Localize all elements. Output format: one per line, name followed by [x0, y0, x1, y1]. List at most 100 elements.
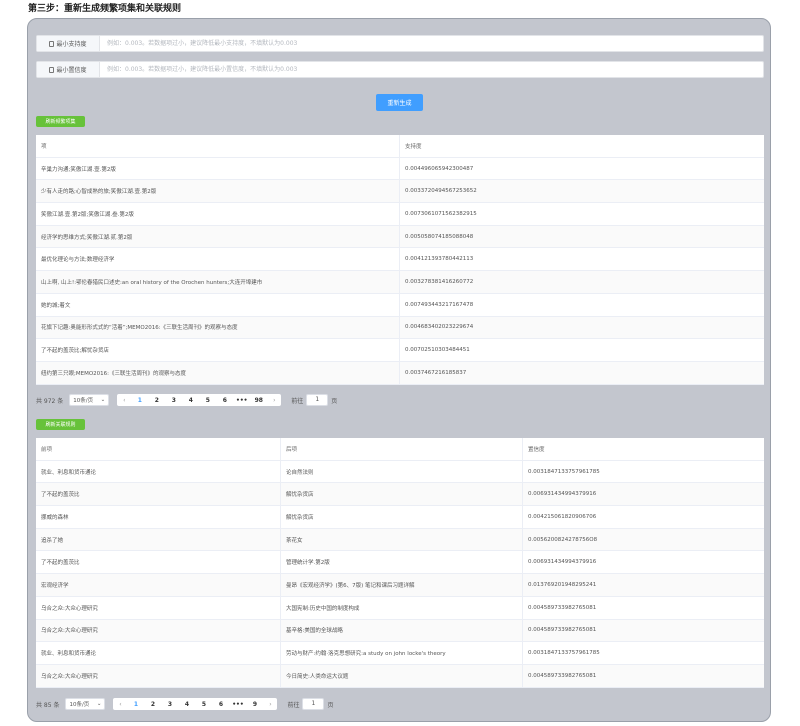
table-cell: 0.007493443217167478 — [405, 301, 474, 308]
min-confidence-label-text: 最小置信度 — [56, 67, 87, 74]
document-icon — [49, 66, 55, 73]
table-row: 挪威的森林 解忧杂货店 0.004215061820906706 — [36, 506, 764, 529]
table-row: 就业、利息和货币通论 劳动与财产:约翰·洛克思想研究:a study on joh… — [36, 642, 764, 665]
min-support-input[interactable] — [107, 36, 757, 51]
goto-page-input[interactable]: 1 — [306, 394, 329, 406]
table-cell: 0.004589733982765081 — [528, 672, 597, 679]
page-list: ‹ 1 2 3 4 5 6 ••• 9 › — [113, 698, 278, 710]
table-cell: 0.004121393780442113 — [405, 256, 474, 263]
table-header-row: 项支持度 — [36, 135, 764, 158]
next-page-icon[interactable]: › — [267, 397, 281, 404]
table-row: 乌合之众:大众心理研究 今日简史:人类命运大议题 0.004589733982765… — [36, 664, 764, 688]
pagination-total: 共 85 条 — [36, 701, 60, 709]
table-cell: 经济学的思维方式;笑傲江湖.贰.第2版 — [36, 225, 400, 248]
table-cell: 劳动与财产:约翰·洛克思想研究:a study on john locke's … — [281, 642, 523, 664]
table-cell: 大国宪制:历史中国的制度构成 — [281, 596, 523, 619]
table-row: 了不起的盖茨比;解忧杂货店 0.00702510303484451 — [36, 339, 764, 362]
table-cell: 少有人走的路;心智成熟的旅;笑傲江湖.壹.第2版 — [36, 180, 400, 203]
page-size-select[interactable]: 10条/页 ⌄ — [69, 394, 110, 406]
page-size-select[interactable]: 10条/页 ⌄ — [65, 698, 106, 710]
table-row: 最优化理论与方法;数理经济学 0.004121393780442113 — [36, 248, 764, 272]
prev-page-icon[interactable]: ‹ — [117, 397, 131, 404]
column-header[interactable]: 支持度 — [400, 142, 764, 150]
column-header[interactable]: 项 — [36, 135, 400, 157]
table-row: 纽约第三只眼;MEMO2016:《三联生活周刊》的观察与态度 0.00374672… — [36, 361, 764, 385]
table-cell: 追杀了她 — [36, 528, 281, 551]
table-cell: 就业、利息和货币通论 — [36, 460, 281, 483]
table-row: 了不起的盖茨比 解忧杂货店 0.006931434994379916 — [36, 483, 764, 507]
goto-page-input[interactable]: 1 — [302, 698, 325, 710]
table-cell: 0.005058074185088048 — [405, 233, 474, 240]
min-confidence-input[interactable] — [107, 62, 757, 77]
table-cell: 0.0031847133757961785 — [528, 650, 600, 657]
column-header[interactable]: 前项 — [36, 438, 281, 460]
table-cell: 纽约第三只眼;MEMO2016:《三联生活周刊》的观察与态度 — [36, 361, 400, 384]
table-cell: 0.004589733982765081 — [528, 627, 597, 634]
document-icon — [49, 40, 55, 47]
table-row: 山上啊, 山上!:鄂伦春猎民口述史:an oral history of the… — [36, 271, 764, 294]
page-size-value: 10条/页 — [73, 398, 94, 404]
page-number[interactable]: 9 — [246, 701, 263, 708]
regenerate-button[interactable]: 重新生成 — [376, 94, 423, 111]
table-row: 了不起的盖茨比 管理统计学.第2版 0.006931434994379916 — [36, 551, 764, 575]
table-cell: 了不起的盖茨比 — [36, 551, 281, 574]
page-number[interactable]: ••• — [229, 701, 246, 708]
page-number[interactable]: 6 — [212, 701, 229, 708]
chevron-down-icon: ⌄ — [96, 701, 102, 707]
table-cell: 花旗下记趣:奥能形形式式的“活着”;MEMO2016:《三联生活周刊》的观察与态… — [36, 316, 400, 339]
page-number[interactable]: 2 — [144, 701, 161, 708]
table-cell: 山上啊, 山上!:鄂伦春猎民口述史:an oral history of the… — [36, 271, 400, 293]
goto-prefix: 前往 — [287, 701, 300, 709]
table-cell: 0.0073061071562382915 — [405, 210, 477, 217]
table-row: 她的城;着文 0.007493443217167478 — [36, 293, 764, 317]
page-number[interactable]: 5 — [199, 397, 216, 404]
table-cell: 了不起的盖茨比 — [36, 483, 281, 506]
min-support-label-text: 最小支持度 — [56, 41, 87, 48]
table-cell: 基辛格:美国的全球战略 — [281, 619, 523, 642]
page-title: 第三步：重新生成频繁项集和关联规则 — [28, 4, 182, 14]
table-cell: 乌合之众:大众心理研究 — [36, 619, 281, 642]
next-page-icon[interactable]: › — [263, 701, 277, 708]
table-cell: 0.003278381416260772 — [405, 278, 474, 285]
table-row: 就业、利息和货币通论 论自然法则 0.0031847133757961785 — [36, 460, 764, 484]
pagination-total: 共 972 条 — [36, 397, 64, 405]
column-header[interactable]: 置信度 — [523, 445, 764, 453]
itemsets-table: 项支持度 辛巢力沟通;笑傲江湖.壹.第2版 0.004496065942300487… — [36, 135, 764, 385]
table-row: 经济学的思维方式;笑傲江湖.贰.第2版 0.005058074185088048 — [36, 225, 764, 249]
table-row: 乌合之众:大众心理研究 基辛格:美国的全球战略 0.0045897339827650… — [36, 619, 764, 643]
table-row: 笑傲江湖.壹.第2版;笑傲江湖.叁.第2版 0.00730610715623829… — [36, 203, 764, 226]
table-cell: 解忧杂货店 — [281, 483, 523, 506]
table-cell: 0.0056200824278756O8 — [528, 536, 598, 543]
table-cell: 今日简史:人类命运大议题 — [281, 664, 523, 687]
table-row: 少有人走的路;心智成熟的旅;笑傲江湖.壹.第2版 0.00337204945672… — [36, 180, 764, 204]
page-number[interactable]: 4 — [182, 397, 199, 404]
table-row: 花旗下记趣:奥能形形式式的“活着”;MEMO2016:《三联生活周刊》的观察与态… — [36, 316, 764, 340]
table-cell: 0.0037467216185837 — [405, 369, 467, 376]
prev-page-icon[interactable]: ‹ — [113, 701, 127, 708]
page-number[interactable]: 1 — [127, 701, 144, 708]
page-number[interactable]: 6 — [216, 397, 233, 404]
table-cell: 了不起的盖茨比;解忧杂货店 — [36, 339, 400, 361]
page-number[interactable]: 98 — [250, 397, 267, 404]
refresh-rules-button[interactable]: 刷新关联规则 — [36, 419, 85, 430]
page-number[interactable]: 3 — [161, 701, 178, 708]
page-number[interactable]: 5 — [195, 701, 212, 708]
page-number[interactable]: ••• — [233, 397, 250, 404]
page-number[interactable]: 1 — [131, 397, 148, 404]
table-cell: 0.006931434994379916 — [528, 559, 597, 566]
table-cell: 0.004589733982765081 — [528, 604, 597, 611]
table-cell: 她的城;着文 — [36, 293, 400, 316]
column-header[interactable]: 后项 — [281, 438, 523, 460]
goto-suffix: 页 — [327, 701, 334, 709]
goto-prefix: 前往 — [291, 397, 304, 405]
min-confidence-row: 最小置信度 — [36, 61, 764, 78]
page-number[interactable]: 2 — [148, 397, 165, 404]
min-support-label: 最小支持度 — [37, 36, 100, 51]
table-row: 追杀了她 茶花女 0.0056200824278756O8 — [36, 528, 764, 552]
page-number[interactable]: 3 — [165, 397, 182, 404]
table-cell: 0.0031847133757961785 — [528, 468, 600, 475]
page-number[interactable]: 4 — [178, 701, 195, 708]
table-cell: 笑傲江湖.壹.第2版;笑傲江湖.叁.第2版 — [36, 203, 400, 225]
table-row: 辛巢力沟通;笑傲江湖.壹.第2版 0.004496065942300487 — [36, 157, 764, 181]
refresh-itemsets-button[interactable]: 刷新频繁项集 — [36, 116, 85, 127]
